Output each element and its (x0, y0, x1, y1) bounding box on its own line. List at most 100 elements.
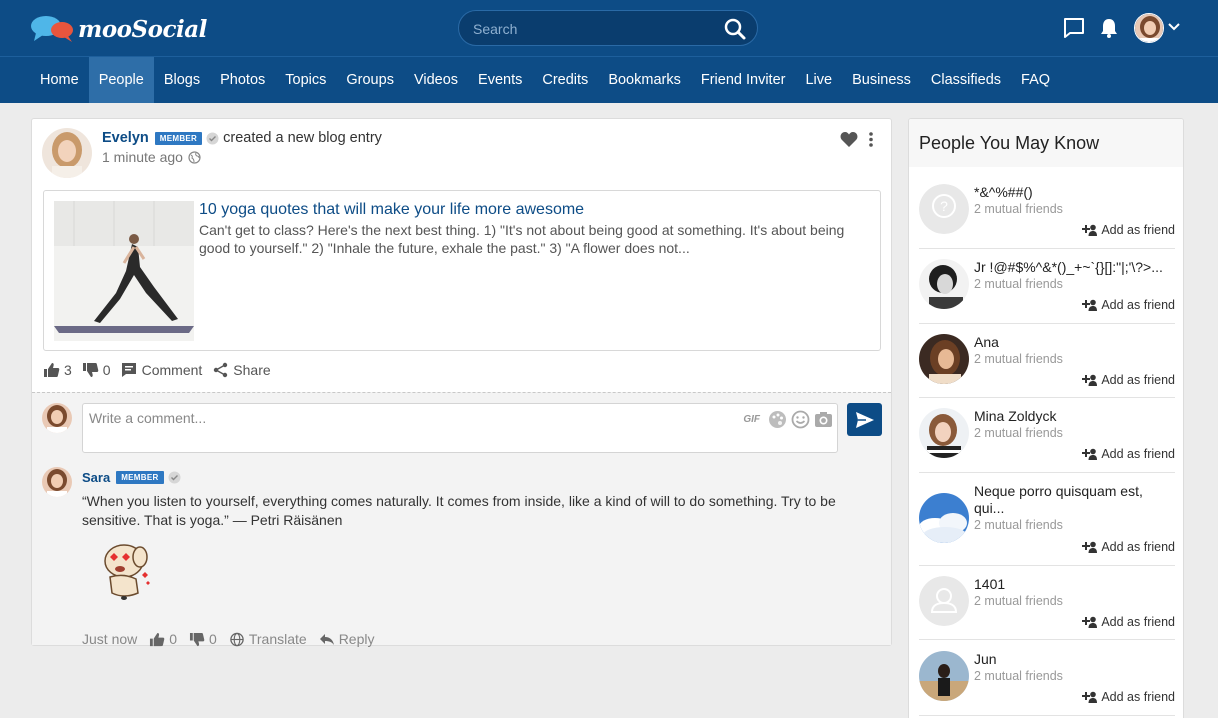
person-item: Neque porro quisquam est, qui... 2 mutua… (919, 483, 1175, 566)
add-friend-button[interactable]: Add as friend (1082, 690, 1175, 704)
person-avatar[interactable] (919, 259, 969, 309)
nav-credits[interactable]: Credits (532, 57, 598, 103)
site-logo[interactable]: mooSocial (30, 14, 207, 44)
add-friend-label: Add as friend (1101, 615, 1175, 629)
author-avatar[interactable] (42, 128, 92, 178)
person-name[interactable]: Ana (974, 334, 1174, 351)
globe-icon (230, 632, 244, 646)
comment-actions: Just now 0 0 Translate Reply (82, 631, 386, 647)
comment-dislike-count: 0 (209, 631, 217, 647)
gif-button[interactable]: GIF (743, 414, 760, 425)
comment-icon (121, 363, 136, 377)
add-friend-button[interactable]: Add as friend (1082, 223, 1175, 237)
add-friend-icon (1082, 448, 1098, 460)
nav-home[interactable]: Home (30, 57, 89, 103)
person-avatar[interactable] (919, 408, 969, 458)
comment-button[interactable]: Comment (121, 362, 202, 378)
nav-faq[interactable]: FAQ (1011, 57, 1060, 103)
blog-thumbnail[interactable] (54, 201, 194, 341)
mutual-friends[interactable]: 2 mutual friends (974, 202, 1063, 216)
comment-header: Sara MEMBER (82, 470, 181, 485)
person-item: Mina Zoldyck 2 mutual friends Add as fri… (919, 408, 1175, 473)
post-actions: 3 0 Comment Share (43, 362, 281, 378)
chevron-down-icon[interactable] (1167, 20, 1181, 34)
nav-photos[interactable]: Photos (210, 57, 275, 103)
nav-topics[interactable]: Topics (275, 57, 336, 103)
add-friend-button[interactable]: Add as friend (1082, 615, 1175, 629)
nav-business[interactable]: Business (842, 57, 921, 103)
message-icon[interactable] (1062, 16, 1086, 40)
comment-input[interactable] (89, 410, 729, 440)
person-name[interactable]: *&^%##() (974, 184, 1174, 201)
search-icon[interactable] (723, 17, 747, 41)
person-name[interactable]: Jr !@#$%^&*()_+~`{}[]:"|;'\?>... (974, 259, 1174, 276)
post-time-text[interactable]: 1 minute ago (102, 149, 183, 165)
person-name[interactable]: 1401 (974, 576, 1174, 593)
bell-icon[interactable] (1097, 16, 1121, 40)
person-avatar[interactable] (919, 651, 969, 701)
blog-preview[interactable]: 10 yoga quotes that will make your life … (43, 190, 881, 351)
commenter-name[interactable]: Sara (82, 470, 110, 485)
post-timestamp: 1 minute ago (102, 149, 201, 165)
add-friend-icon (1082, 541, 1098, 553)
person-name[interactable]: Neque porro quisquam est, qui... (974, 483, 1174, 517)
mutual-friends[interactable]: 2 mutual friends (974, 594, 1063, 608)
search-bar (458, 10, 758, 46)
comment-dislike-button[interactable]: 0 (189, 631, 217, 647)
person-name[interactable]: Jun (974, 651, 1174, 668)
person-avatar[interactable] (919, 493, 969, 543)
love-sticker-image (96, 539, 154, 601)
nav-classifieds[interactable]: Classifieds (921, 57, 1011, 103)
author-name[interactable]: Evelyn (102, 130, 149, 146)
translate-label: Translate (248, 631, 307, 647)
search-input[interactable] (473, 19, 713, 39)
dislike-button[interactable]: 0 (82, 362, 111, 378)
person-avatar[interactable] (919, 334, 969, 384)
camera-icon[interactable] (814, 410, 833, 429)
nav-friend-inviter[interactable]: Friend Inviter (691, 57, 796, 103)
add-friend-icon (1082, 374, 1098, 386)
add-friend-label: Add as friend (1101, 447, 1175, 461)
more-options-icon[interactable] (868, 131, 874, 148)
sticker-palette-icon[interactable] (768, 410, 787, 429)
commenter-avatar[interactable] (42, 467, 72, 497)
nav-bookmarks[interactable]: Bookmarks (598, 57, 691, 103)
nav-videos[interactable]: Videos (404, 57, 468, 103)
emoji-icon[interactable] (791, 410, 810, 429)
add-friend-button[interactable]: Add as friend (1082, 540, 1175, 554)
heart-icon[interactable] (840, 131, 858, 148)
comment-like-button[interactable]: 0 (149, 631, 177, 647)
person-name[interactable]: Mina Zoldyck (974, 408, 1174, 425)
nav-blogs[interactable]: Blogs (154, 57, 210, 103)
send-comment-button[interactable] (847, 403, 882, 436)
nav-events[interactable]: Events (468, 57, 532, 103)
blog-title[interactable]: 10 yoga quotes that will make your life … (199, 201, 584, 219)
dislike-count: 0 (102, 362, 111, 378)
mutual-friends[interactable]: 2 mutual friends (974, 277, 1063, 291)
mutual-friends[interactable]: 2 mutual friends (974, 352, 1063, 366)
mutual-friends[interactable]: 2 mutual friends (974, 426, 1063, 440)
blog-excerpt: Can't get to class? Here's the next best… (199, 222, 845, 256)
mutual-friends[interactable]: 2 mutual friends (974, 669, 1063, 683)
add-friend-button[interactable]: Add as friend (1082, 298, 1175, 312)
nav-people[interactable]: People (88, 57, 154, 103)
comment-text: “When you listen to yourself, everything… (82, 493, 836, 528)
thumbs-down-icon (190, 632, 205, 646)
nav-live[interactable]: Live (795, 57, 842, 103)
user-avatar[interactable] (1134, 13, 1164, 43)
translate-button[interactable]: Translate (229, 631, 307, 647)
add-friend-button[interactable]: Add as friend (1082, 373, 1175, 387)
default-avatar-icon[interactable]: ? (919, 184, 969, 234)
share-icon (214, 362, 228, 378)
mutual-friends[interactable]: 2 mutual friends (974, 518, 1063, 532)
add-friend-icon (1082, 616, 1098, 628)
share-button[interactable]: Share (212, 362, 271, 378)
add-friend-icon (1082, 299, 1098, 311)
like-button[interactable]: 3 (43, 362, 72, 378)
default-avatar-icon[interactable] (919, 576, 969, 626)
add-friend-button[interactable]: Add as friend (1082, 447, 1175, 461)
like-count: 3 (64, 362, 72, 378)
reply-button[interactable]: Reply (319, 631, 374, 647)
thumbs-up-icon (44, 363, 60, 377)
nav-groups[interactable]: Groups (336, 57, 404, 103)
